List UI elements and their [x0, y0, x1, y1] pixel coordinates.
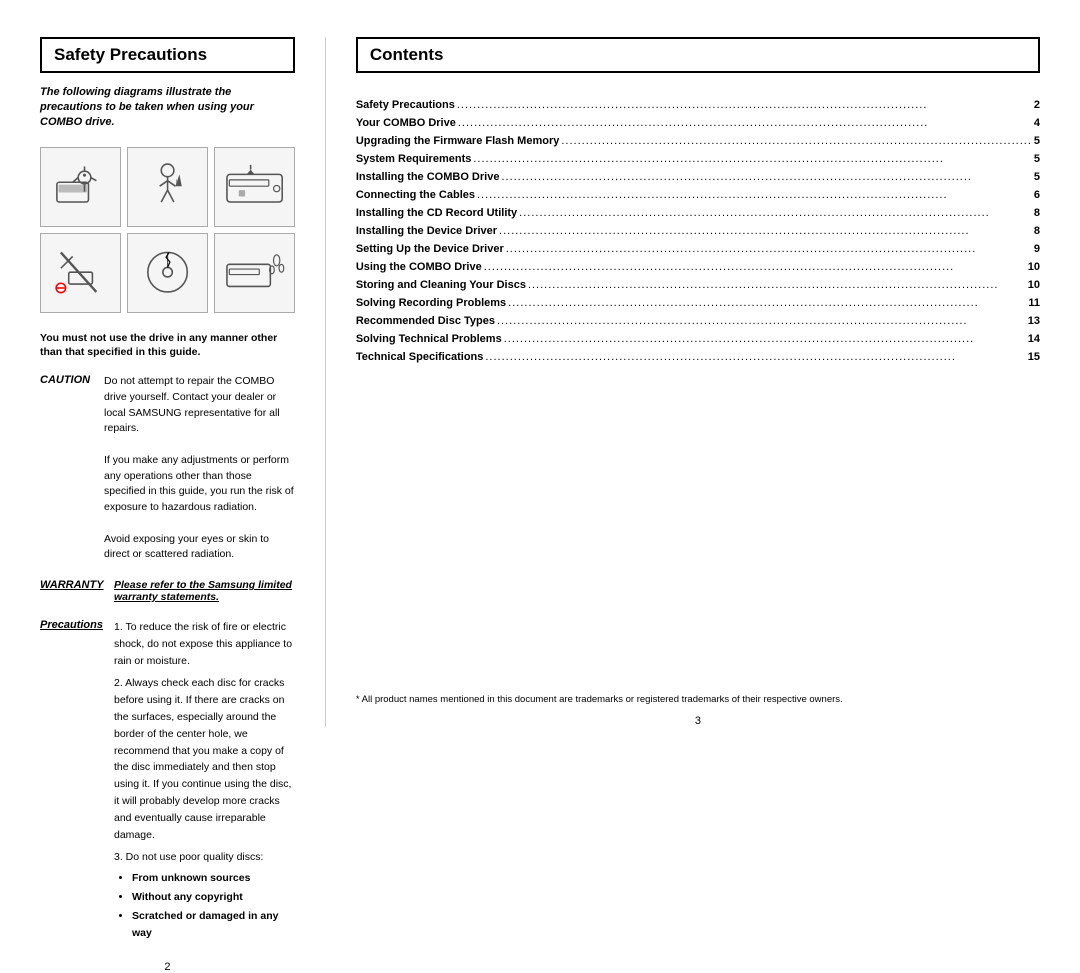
- right-page-number: 3: [356, 715, 1040, 727]
- toc-table: Safety Precautions .....................…: [356, 99, 1040, 369]
- precautions-label: Precautions: [40, 619, 108, 943]
- toc-title-12: Recommended Disc Types: [356, 315, 495, 327]
- illustration-3: [214, 147, 295, 227]
- left-title: Safety Precautions: [40, 37, 295, 73]
- toc-title-8: Setting Up the Device Driver: [356, 243, 504, 255]
- toc-dots-8: ........................................…: [506, 243, 1032, 255]
- precaution-item-2: 2. Always check each disc for cracks bef…: [114, 675, 295, 843]
- toc-row-7: Installing the Device Driver ...........…: [356, 225, 1040, 237]
- toc-row-12: Recommended Disc Types .................…: [356, 315, 1040, 327]
- toc-title-3: System Requirements: [356, 153, 472, 165]
- toc-row-9: Using the COMBO Drive ..................…: [356, 261, 1040, 273]
- toc-title-14: Technical Specifications: [356, 351, 484, 363]
- toc-title-7: Installing the Device Driver: [356, 225, 497, 237]
- svg-text:!: !: [175, 179, 177, 186]
- bullet-3: Scratched or damaged in any way: [132, 908, 295, 942]
- toc-dots-10: ........................................…: [528, 279, 1026, 291]
- toc-row-11: Solving Recording Problems .............…: [356, 297, 1040, 309]
- toc-page-4: 5: [1034, 171, 1040, 183]
- caution-text: Do not attempt to repair the COMBO drive…: [104, 374, 295, 563]
- toc-dots-1: ........................................…: [458, 117, 1032, 129]
- toc-page-1: 4: [1034, 117, 1040, 129]
- toc-page-7: 8: [1034, 225, 1040, 237]
- toc-page-12: 13: [1028, 315, 1040, 327]
- right-title: Contents: [356, 37, 1040, 73]
- toc-page-14: 15: [1028, 351, 1040, 363]
- toc-row-5: Connecting the Cables ..................…: [356, 189, 1040, 201]
- toc-dots-9: ........................................…: [484, 261, 1026, 273]
- toc-row-10: Storing and Cleaning Your Discs ........…: [356, 279, 1040, 291]
- left-page-number: 2: [40, 951, 295, 973]
- precaution-item-1: 1. To reduce the risk of fire or electri…: [114, 619, 295, 669]
- toc-page-0: 2: [1034, 99, 1040, 111]
- toc-page-5: 6: [1034, 189, 1040, 201]
- toc-row-14: Technical Specifications ...............…: [356, 351, 1040, 363]
- toc-title-11: Solving Recording Problems: [356, 297, 506, 309]
- toc-row-0: Safety Precautions .....................…: [356, 99, 1040, 111]
- toc-page-8: 9: [1034, 243, 1040, 255]
- toc-page-2: 5: [1034, 135, 1040, 147]
- toc-dots-5: ........................................…: [477, 189, 1032, 201]
- toc-dots-3: ........................................…: [473, 153, 1032, 165]
- toc-row-1: Your COMBO Drive .......................…: [356, 117, 1040, 129]
- toc-title-0: Safety Precautions: [356, 99, 455, 111]
- toc-title-2: Upgrading the Firmware Flash Memory: [356, 135, 560, 147]
- toc-title-1: Your COMBO Drive: [356, 117, 456, 129]
- warranty-text: Please refer to the Samsung limited warr…: [114, 579, 295, 603]
- toc-page-6: 8: [1034, 207, 1040, 219]
- warranty-section: WARRANTY Please refer to the Samsung lim…: [40, 579, 295, 603]
- toc-title-9: Using the COMBO Drive: [356, 261, 482, 273]
- illustration-1: [40, 147, 121, 227]
- illustration-2: !: [127, 147, 208, 227]
- footnote: * All product names mentioned in this do…: [356, 685, 1040, 706]
- toc-dots-13: ........................................…: [504, 333, 1026, 345]
- toc-row-3: System Requirements ....................…: [356, 153, 1040, 165]
- page-divider: [325, 37, 326, 727]
- toc-title-10: Storing and Cleaning Your Discs: [356, 279, 526, 291]
- toc-page-10: 10: [1028, 279, 1040, 291]
- toc-page-3: 5: [1034, 153, 1040, 165]
- toc-row-8: Setting Up the Device Driver ...........…: [356, 243, 1040, 255]
- caution-section: CAUTION Do not attempt to repair the COM…: [40, 374, 295, 563]
- toc-dots-4: ........................................…: [501, 171, 1031, 183]
- caution-label: CAUTION: [40, 374, 98, 563]
- toc-row-13: Solving Technical Problems .............…: [356, 333, 1040, 345]
- illustration-4: [40, 233, 121, 313]
- bullet-2: Without any copyright: [132, 889, 295, 906]
- illustration-6: [214, 233, 295, 313]
- toc-dots-2: ........................................…: [561, 135, 1032, 147]
- warranty-label: WARRANTY: [40, 579, 108, 603]
- toc-dots-7: ........................................…: [499, 225, 1032, 237]
- illustrations-grid: !: [40, 147, 295, 313]
- toc-title-5: Connecting the Cables: [356, 189, 475, 201]
- toc-dots-14: ........................................…: [485, 351, 1025, 363]
- intro-text: The following diagrams illustrate the pr…: [40, 85, 295, 131]
- toc-title-13: Solving Technical Problems: [356, 333, 502, 345]
- toc-page-9: 10: [1028, 261, 1040, 273]
- toc-title-6: Installing the CD Record Utility: [356, 207, 517, 219]
- left-page: Safety Precautions The following diagram…: [40, 37, 295, 727]
- illustration-5: [127, 233, 208, 313]
- precautions-section: Precautions 1. To reduce the risk of fir…: [40, 619, 295, 943]
- toc-dots-0: ........................................…: [457, 99, 1032, 111]
- toc-row-6: Installing the CD Record Utility .......…: [356, 207, 1040, 219]
- toc-page-11: 11: [1028, 297, 1040, 309]
- right-page: Contents Safety Precautions ............…: [356, 37, 1040, 727]
- toc-row-2: Upgrading the Firmware Flash Memory ....…: [356, 135, 1040, 147]
- toc-dots-11: ........................................…: [508, 297, 1026, 309]
- toc-dots-6: ........................................…: [519, 207, 1032, 219]
- toc-title-4: Installing the COMBO Drive: [356, 171, 500, 183]
- precautions-content: 1. To reduce the risk of fire or electri…: [114, 619, 295, 943]
- toc-row-4: Installing the COMBO Drive .............…: [356, 171, 1040, 183]
- precaution-item-3: 3. Do not use poor quality discs:: [114, 849, 295, 866]
- toc-page-13: 14: [1028, 333, 1040, 345]
- toc-dots-12: ........................................…: [497, 315, 1026, 327]
- bullet-1: From unknown sources: [132, 870, 295, 887]
- warning-text: You must not use the drive in any manner…: [40, 331, 295, 360]
